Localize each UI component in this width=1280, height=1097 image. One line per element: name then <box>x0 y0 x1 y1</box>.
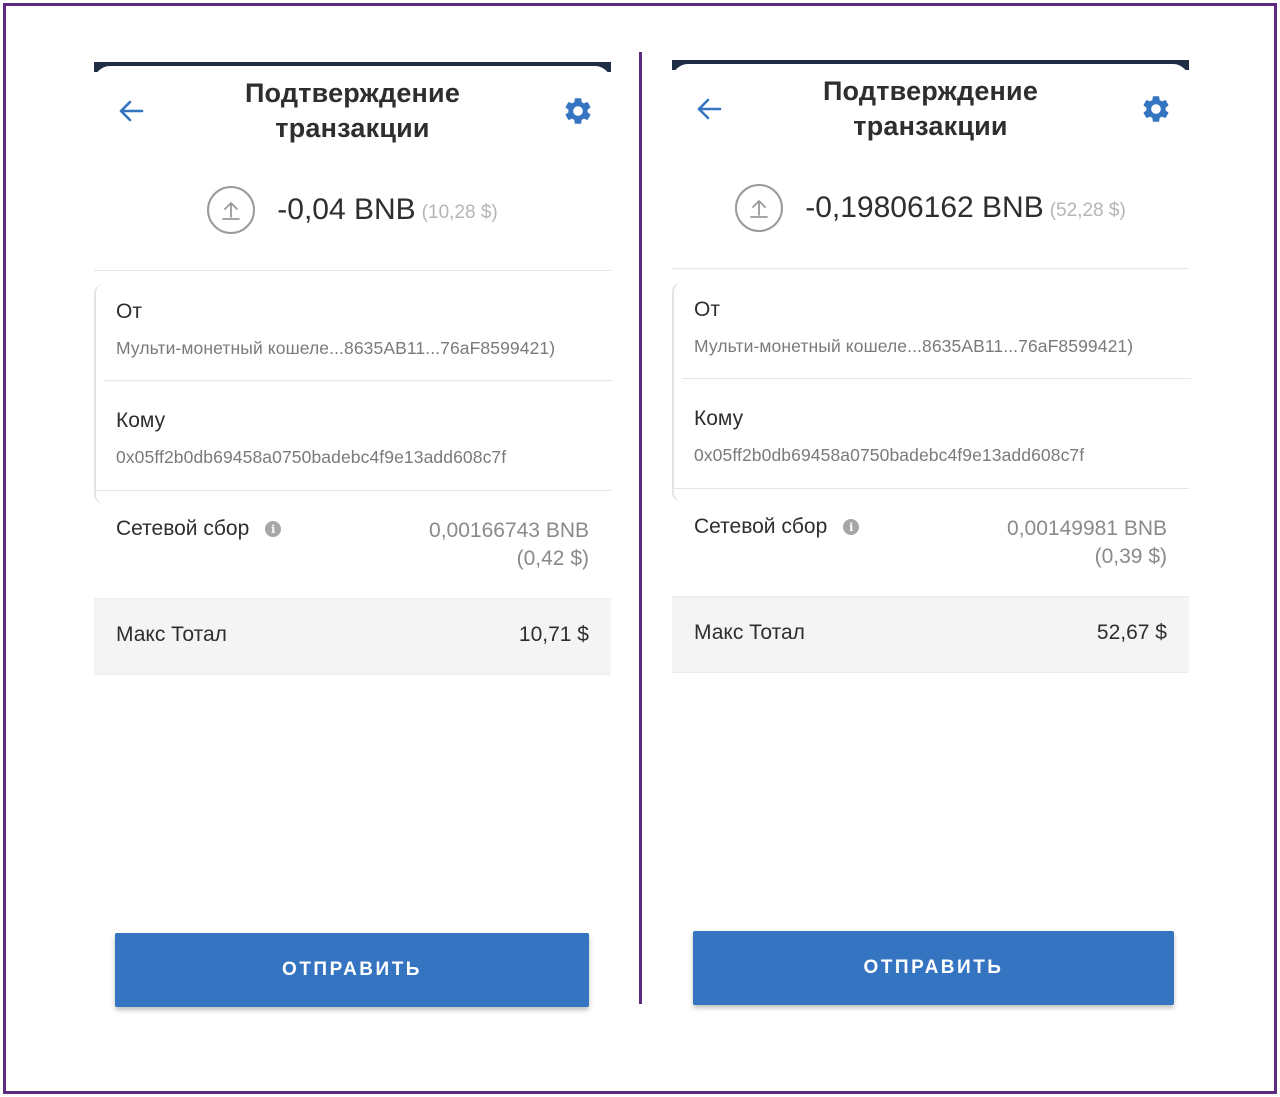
divider <box>682 378 1191 379</box>
fee-usd: (0,39 $) <box>1094 545 1167 568</box>
address-block: От Мульти-монетный кошеле...8635AB11...7… <box>672 282 1191 502</box>
from-value: Мульти-монетный кошеле...8635AB11...76aF… <box>116 338 556 358</box>
title-line-1: Подтверждение <box>244 78 461 108</box>
divider <box>94 490 611 491</box>
fee-label-wrap: Сетевой сбор i <box>116 517 282 541</box>
confirm-screen-left: Подтверждение транзакции -0,04 BNB (10,2… <box>94 62 613 1022</box>
arrow-left-icon[interactable] <box>694 94 724 124</box>
title-line-2: транзакции <box>853 111 1008 141</box>
max-total-row: Макс Тотал 52,67 $ <box>672 596 1189 673</box>
from-label: От <box>116 300 142 323</box>
network-fee-row: Сетевой сбор i 0,00149981 BNB (0,39 $) <box>672 490 1189 596</box>
amount-usd: (52,28 $) <box>1049 200 1126 221</box>
total-label: Макс Тотал <box>694 621 805 644</box>
from-item: От Мульти-монетный кошеле...8635AB11...7… <box>694 298 1179 357</box>
total-value: 52,67 $ <box>1096 621 1167 644</box>
page-title: Подтверждение транзакции <box>772 74 1089 144</box>
to-item: Кому 0x05ff2b0db69458a0750badebc4f9e13ad… <box>694 407 1179 466</box>
info-icon[interactable]: i <box>265 521 282 537</box>
to-item: Кому 0x05ff2b0db69458a0750badebc4f9e13ad… <box>116 409 601 468</box>
upload-arrow-icon <box>735 184 784 232</box>
amount-usd: (10,28 $) <box>421 202 498 223</box>
from-value: Мульти-монетный кошеле...8635AB11...76aF… <box>694 336 1134 356</box>
amount-row: -0,04 BNB (10,28 $) <box>94 182 611 238</box>
divider <box>672 268 1189 269</box>
fee-value: 0,00149981 BNB <box>1007 517 1167 540</box>
gear-icon[interactable] <box>561 94 595 128</box>
header: Подтверждение транзакции <box>94 66 611 166</box>
fee-value-wrap: 0,00166743 BNB (0,42 $) <box>429 517 589 573</box>
to-value: 0x05ff2b0db69458a0750badebc4f9e13add608c… <box>116 447 507 467</box>
fee-label: Сетевой сбор <box>694 515 828 538</box>
to-value: 0x05ff2b0db69458a0750badebc4f9e13add608c… <box>694 445 1085 465</box>
to-label: Кому <box>694 407 744 430</box>
send-button[interactable]: ОТПРАВИТЬ <box>693 931 1174 1005</box>
arrow-left-icon[interactable] <box>116 96 146 126</box>
fee-label-wrap: Сетевой сбор i <box>694 515 860 539</box>
divider <box>94 270 611 271</box>
upload-arrow-icon <box>207 186 256 234</box>
to-label: Кому <box>116 409 166 432</box>
confirm-screen-right: Подтверждение транзакции -0,19806162 BNB… <box>672 60 1191 1020</box>
amount-row: -0,19806162 BNB (52,28 $) <box>672 180 1189 236</box>
fee-value-wrap: 0,00149981 BNB (0,39 $) <box>1007 515 1167 571</box>
title-line-2: транзакции <box>275 113 430 143</box>
network-fee-row: Сетевой сбор i 0,00166743 BNB (0,42 $) <box>94 492 611 598</box>
divider <box>104 380 613 381</box>
gear-icon[interactable] <box>1139 92 1173 126</box>
total-value: 10,71 $ <box>518 623 589 646</box>
from-label: От <box>694 298 720 321</box>
fee-label: Сетевой сбор <box>116 517 250 540</box>
send-button[interactable]: ОТПРАВИТЬ <box>115 933 589 1007</box>
page-title: Подтверждение транзакции <box>194 76 511 146</box>
header: Подтверждение транзакции <box>672 64 1189 164</box>
from-item: От Мульти-монетный кошеле...8635AB11...7… <box>116 300 601 359</box>
info-icon[interactable]: i <box>843 519 860 535</box>
title-line-1: Подтверждение <box>822 76 1039 106</box>
divider <box>672 488 1189 489</box>
max-total-row: Макс Тотал 10,71 $ <box>94 598 611 675</box>
fee-usd: (0,42 $) <box>516 547 589 570</box>
amount-value: -0,19806162 BNB <box>805 191 1044 224</box>
address-block: От Мульти-монетный кошеле...8635AB11...7… <box>94 284 613 504</box>
total-label: Макс Тотал <box>116 623 227 646</box>
amount-value: -0,04 BNB <box>277 193 416 226</box>
comparison-divider <box>639 52 642 1004</box>
fee-value: 0,00166743 BNB <box>429 519 589 542</box>
